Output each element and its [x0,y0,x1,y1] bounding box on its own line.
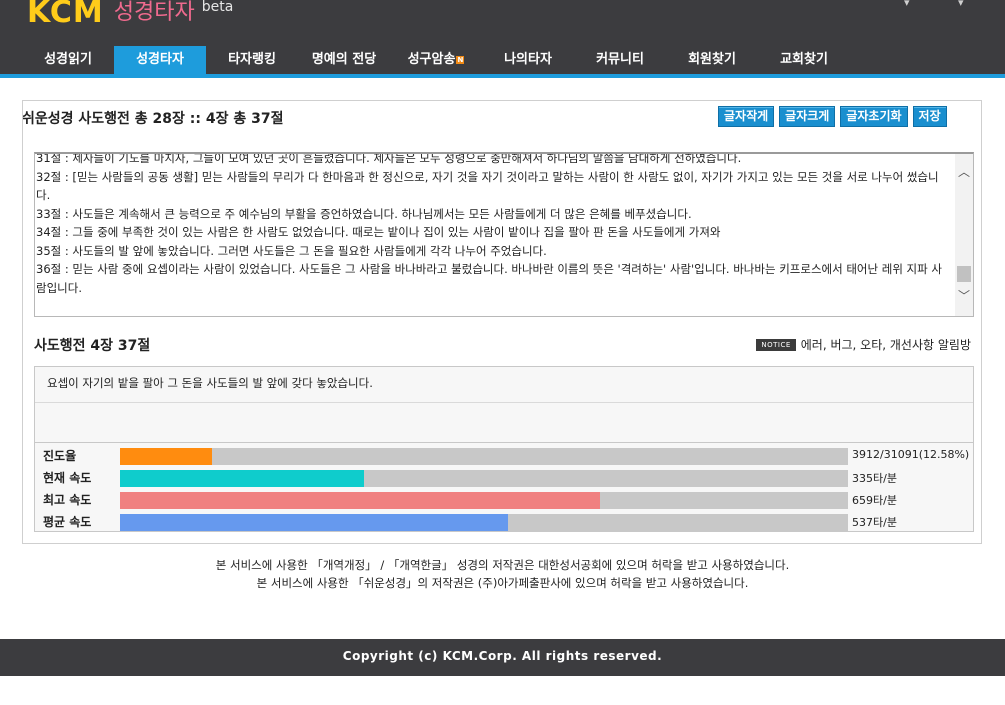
credit-line: 본 서비스에 사용한 「쉬운성경」의 저작권은 (주)아가페출판사에 있으며 허… [256,576,749,590]
site-header: KCM 성경타자 beta ▾ ▾ 성경읽기 성경타자 타자랭킹 명예의 전당 … [0,0,1005,78]
header-link-icon[interactable]: ▾ [904,0,910,9]
typing-panel: 31절 : 제자들이 기도를 마치자, 그들이 모여 있던 곳이 흔들렸습니다.… [22,100,982,544]
stat-row-current-speed: 현재 속도 335타/분 [35,466,973,488]
typing-input[interactable] [35,403,973,443]
notice-badge: NOTICE [756,338,796,351]
nav-hall-of-fame[interactable]: 명예의 전당 [298,46,390,74]
max-speed-bar-fill [120,492,600,509]
nav-find-church[interactable]: 교회찾기 [758,46,850,74]
stat-value: 3912/31091(12.58%) [852,448,970,461]
nav-label: 성경읽기 [44,52,92,67]
verse-line: 35절 : 사도들의 발 앞에 놓았습니다. 그러면 사도들은 그 돈을 필요한… [36,243,547,258]
nav-label: 타자랭킹 [228,52,276,67]
copyright-credits: 본 서비스에 사용한 「개역개정」 / 「개역한글」 성경의 저작권은 대한성서… [0,556,1005,592]
nav-accent-line [0,74,1005,78]
stat-label: 최고 속도 [43,493,92,507]
average-speed-bar-fill [120,514,509,531]
nav-label: 교회찾기 [780,52,828,67]
header-link-icon[interactable]: ▾ [958,0,964,9]
stat-value: 537타/분 [852,516,897,529]
logo-beta-label: beta [201,0,234,15]
max-speed-bar-track [120,492,848,509]
verse-line: 36절 : 믿는 사람 중에 요셉이라는 사람이 있었습니다. 사도들은 그 사… [36,262,942,295]
stat-row-max-speed: 최고 속도 659타/분 [35,488,973,510]
scroll-up-icon[interactable]: ︿ [955,164,973,180]
stat-row-progress: 진도율 3912/31091(12.58%) [35,444,973,466]
nav-typing-ranking[interactable]: 타자랭킹 [206,46,298,74]
stat-value: 335타/분 [852,472,897,485]
progress-bar-fill [120,448,212,465]
verse-line: 31절 : 제자들이 기도를 마치자, 그들이 모여 있던 곳이 흔들렸습니다.… [36,152,742,165]
stat-row-average-speed: 평균 속도 537타/분 [35,510,973,532]
verse-line: 32절 : [믿는 사람들의 공동 생활] 믿는 사람들의 무리가 다 한마음과… [36,169,939,203]
logo-subtitle: 성경타자 [113,0,195,25]
target-verse-text: 요셉이 자기의 밭을 팔아 그 돈을 사도들의 발 앞에 갖다 놓았습니다. [35,367,973,403]
chapter-text: 31절 : 제자들이 기도를 마치자, 그들이 모여 있던 곳이 흔들렸습니다.… [36,152,952,297]
verse-line: 33절 : 사도들은 계속해서 큰 능력으로 주 예수님의 부활을 증언하였습니… [36,206,692,221]
nav-my-typing[interactable]: 나의타자 [482,46,574,74]
nav-label: 성경타자 [136,52,184,67]
site-footer: Copyright (c) KCM.Corp. All rights reser… [0,639,1005,676]
stat-value: 659타/분 [852,494,897,507]
verse-line: 34절 : 그들 중에 부족한 것이 있는 사람은 한 사람도 없었습니다. 때… [36,225,721,239]
nav-label: 명예의 전당 [311,52,377,67]
current-verse-ref: 사도행전 4장 37절 [34,338,151,354]
main-nav: 성경읽기 성경타자 타자랭킹 명예의 전당 성구암송 N 나의타자 커뮤니티 회원… [22,46,850,74]
nav-community[interactable]: 커뮤니티 [574,46,666,74]
logo-kcm-text: KCM [27,0,104,30]
scroll-thumb[interactable] [957,266,971,282]
nav-label: 나의타자 [504,52,552,67]
progress-bar-track [120,448,848,465]
notice-text: 에러, 버그, 오타, 개선사항 알림방 [800,338,971,352]
notice-link[interactable]: NOTICE 에러, 버그, 오타, 개선사항 알림방 [756,336,971,353]
nav-label: 성구암송 [407,52,456,67]
scrollbar[interactable]: ︿ ﹀ [955,154,973,316]
stat-label: 진도율 [43,449,77,463]
scroll-down-icon[interactable]: ﹀ [955,288,973,304]
nav-verse-memorize[interactable]: 성구암송 N [390,46,482,74]
site-logo[interactable]: KCM 성경타자 beta [27,0,233,29]
new-badge: N [456,55,465,64]
nav-label: 커뮤니티 [596,52,644,67]
current-speed-bar-fill [120,470,364,487]
nav-label: 회원찾기 [688,52,736,67]
credit-line: 본 서비스에 사용한 「개역개정」 / 「개역한글」 성경의 저작권은 대한성서… [215,558,790,572]
current-speed-bar-track [120,470,848,487]
chapter-text-box[interactable]: 31절 : 제자들이 기도를 마치자, 그들이 모여 있던 곳이 흔들렸습니다.… [34,152,974,317]
stat-label: 평균 속도 [43,515,92,529]
typing-stats: 진도율 3912/31091(12.58%) 현재 속도 335타/분 최고 속… [35,444,973,532]
stat-label: 현재 속도 [43,471,92,485]
nav-bible-read[interactable]: 성경읽기 [22,46,114,74]
average-speed-bar-track [120,514,848,531]
nav-bible-typing[interactable]: 성경타자 [114,46,206,74]
copyright-text: Copyright (c) KCM.Corp. All rights reser… [342,649,663,663]
nav-find-member[interactable]: 회원찾기 [666,46,758,74]
typing-box: 요셉이 자기의 밭을 팔아 그 돈을 사도들의 발 앞에 갖다 놓았습니다. 진… [34,366,974,532]
